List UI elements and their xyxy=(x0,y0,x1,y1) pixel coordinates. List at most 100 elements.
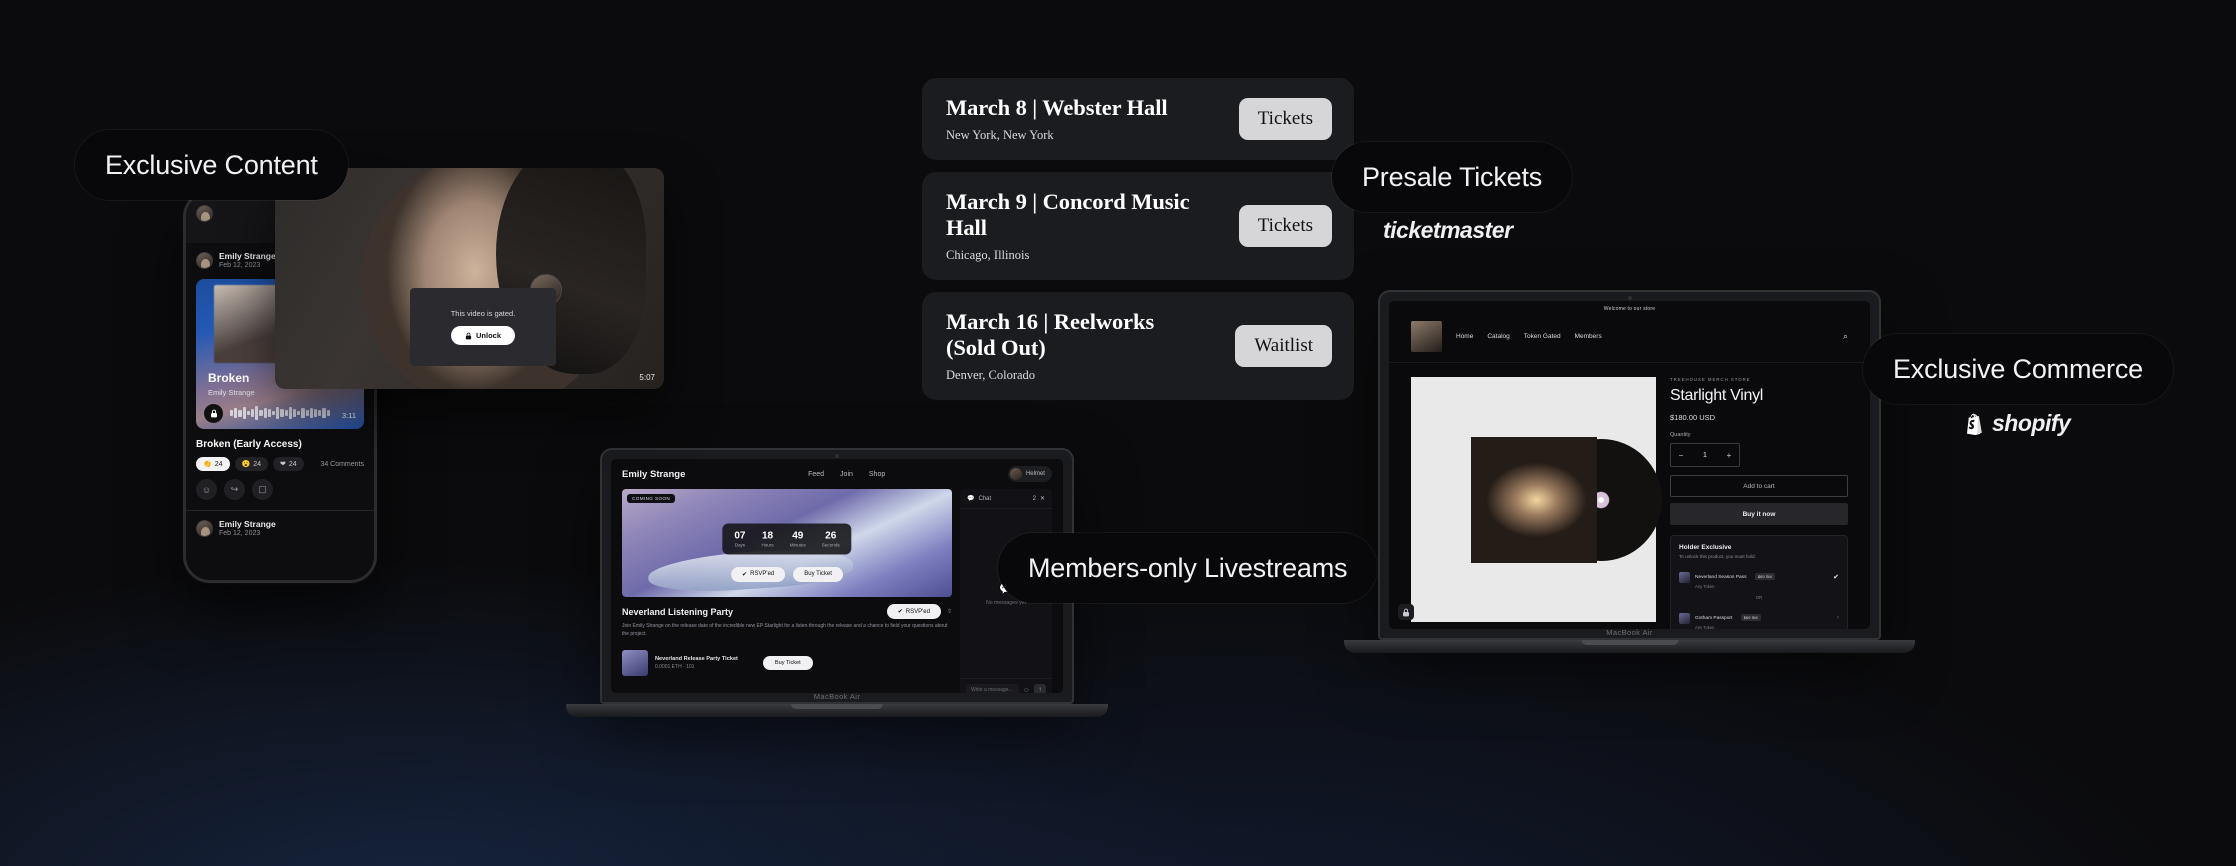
quantity-stepper: − 1 + xyxy=(1670,443,1740,467)
lock-icon xyxy=(465,332,472,339)
laptop-model-label: MacBook Air xyxy=(1606,628,1653,637)
chat-input[interactable]: Write a message... xyxy=(966,684,1019,693)
composite-scene: Emily Strange Feb 12, 2023 Broken Emily … xyxy=(0,0,2236,866)
avatar xyxy=(196,519,213,537)
countdown-label: Minutes xyxy=(789,542,806,548)
event-description: Join Emily Strange on the release date o… xyxy=(622,623,948,637)
tour-info: March 8 | Webster Hall New York, New Yor… xyxy=(946,95,1182,143)
lock-icon xyxy=(204,404,223,423)
countdown-value: 18 xyxy=(762,530,774,542)
track-artist: Emily Strange xyxy=(208,388,255,397)
post-title: Broken (Early Access) xyxy=(196,439,302,450)
tour-date-row: March 9 | Concord Music Hall Chicago, Il… xyxy=(922,172,1354,281)
user-chip[interactable]: Helmet xyxy=(1007,466,1052,482)
tour-city: Chicago, Illinois xyxy=(946,248,1030,263)
countdown-label: Hours xyxy=(761,542,774,548)
reaction-chip[interactable]: 👏 24 xyxy=(196,457,230,471)
site-brand: Emily Strange xyxy=(622,468,686,480)
holder-item-name-row: Gotham Passport $69 SM xyxy=(1695,606,1761,624)
countdown-value: 07 xyxy=(734,530,746,542)
rsvp-label: RSVP'ed xyxy=(905,608,930,615)
increment-button[interactable]: + xyxy=(1719,444,1739,466)
close-icon[interactable]: ✕ xyxy=(1040,495,1045,502)
nav-item-join[interactable]: Join xyxy=(840,471,853,478)
laptop-screen: Welcome to our store Home Catalog Token … xyxy=(1389,301,1870,629)
avatar xyxy=(196,205,213,222)
label-exclusive-commerce: Exclusive Commerce xyxy=(1863,334,2173,404)
send-button[interactable]: ↑ xyxy=(1034,684,1046,693)
laptop-commerce: Welcome to our store Home Catalog Token … xyxy=(1344,290,1915,653)
nav-item-feed[interactable]: Feed xyxy=(808,471,824,478)
nav-item-members[interactable]: Members xyxy=(1575,333,1602,340)
emoji-icon[interactable]: ☺ xyxy=(196,479,217,500)
countdown-unit: 26 Seconds xyxy=(822,530,840,547)
tickets-button[interactable]: Tickets xyxy=(1238,98,1332,141)
holder-item-info: Gotham Passport $69 SM Any Token xyxy=(1695,606,1761,629)
rsvp-button[interactable]: ✔ RSVP'ed xyxy=(731,566,786,582)
unlock-button[interactable]: Unlock xyxy=(450,326,515,345)
buy-ticket-button[interactable]: Buy Ticket xyxy=(793,566,843,582)
reaction-count: 24 xyxy=(288,460,297,468)
share-icon[interactable]: ⇧ xyxy=(947,608,952,615)
label-members-only-livestreams: Members-only Livestreams xyxy=(998,533,1378,603)
holder-item[interactable]: Gotham Passport $69 SM Any Token › xyxy=(1679,600,1839,629)
add-to-cart-button[interactable]: Add to cart xyxy=(1670,475,1848,497)
tour-date-row: March 8 | Webster Hall New York, New Yor… xyxy=(922,78,1354,161)
comment-count[interactable]: 34 Comments xyxy=(320,461,364,468)
holder-item-badge: $69 SM xyxy=(1740,614,1761,621)
emoji-icon[interactable]: ☺ xyxy=(1023,687,1030,694)
nav-item-token-gated[interactable]: Token Gated xyxy=(1524,333,1561,340)
gated-video-panel[interactable]: This video is gated. Unlock 5:07 xyxy=(275,168,664,389)
post-date: Feb 12, 2023 xyxy=(219,262,261,269)
ticketmaster-logo: ticketmaster xyxy=(1383,217,1513,244)
tickets-button[interactable]: Tickets xyxy=(1238,205,1332,248)
product-title: Starlight Vinyl xyxy=(1670,387,1764,404)
nav-item-home[interactable]: Home xyxy=(1456,333,1473,340)
viewer-count: 2 xyxy=(1032,495,1036,502)
reaction-chip[interactable]: ❤ 24 xyxy=(273,457,304,471)
unlock-label: Unlock xyxy=(475,331,501,340)
track-duration: 3:11 xyxy=(341,411,356,420)
post-action-row: ☺ ↪ ▢ xyxy=(186,471,374,500)
product-gallery[interactable] xyxy=(1411,377,1662,622)
chat-header: 💬 Chat 2 ✕ xyxy=(960,489,1052,509)
laptop-screen: Emily Strange Feed Join Shop Helmet COMI… xyxy=(611,459,1063,693)
tour-title: March 9 | Concord Music Hall xyxy=(946,189,1190,241)
search-icon[interactable]: ⌕ xyxy=(1843,331,1848,342)
holder-item-info: Neverland Season Pass $69 SM Any Token xyxy=(1695,565,1775,589)
holder-item-name: Neverland Season Pass xyxy=(1695,575,1747,580)
quantity-value: 1 xyxy=(1703,451,1707,459)
quantity-label: Quantity xyxy=(1670,432,1691,438)
waveform[interactable] xyxy=(230,406,330,420)
tour-title: March 8 | Webster Hall xyxy=(946,95,1168,120)
livestream-body: COMING SOON 07 Days 18 Hours 49 Minutes … xyxy=(611,489,1063,693)
share-icon[interactable]: ↪ xyxy=(224,479,245,500)
livestream-hero: COMING SOON 07 Days 18 Hours 49 Minutes … xyxy=(622,489,952,597)
buy-ticket-button[interactable]: Buy Ticket xyxy=(762,656,813,670)
lock-badge-icon[interactable] xyxy=(1398,604,1414,620)
phone-next-post-header: Emily Strange Feb 12, 2023 xyxy=(186,511,374,545)
token-icon xyxy=(1679,612,1690,624)
countdown-value: 26 xyxy=(825,530,837,542)
decrement-button[interactable]: − xyxy=(1671,444,1691,466)
nav-item-shop[interactable]: Shop xyxy=(869,471,885,478)
store-nav: Home Catalog Token Gated Members ⌕ xyxy=(1389,317,1870,363)
label-presale-tickets: Presale Tickets xyxy=(1332,142,1573,212)
buy-it-now-button[interactable]: Buy it now xyxy=(1670,503,1848,525)
reaction-chip[interactable]: 😮 24 xyxy=(234,457,269,471)
rsvp-button-small[interactable]: ✔ RSVP'ed xyxy=(886,604,941,619)
comment-icon[interactable]: ▢ xyxy=(252,479,273,500)
event-product-row: Neverland Release Party Ticket 0.0001 ET… xyxy=(622,645,952,681)
nav-item-catalog[interactable]: Catalog xyxy=(1487,333,1509,340)
product-info: Neverland Release Party Ticket 0.0001 ET… xyxy=(655,656,738,670)
chevron-right-icon[interactable]: › xyxy=(1837,615,1839,621)
product-price: $180.00 USD xyxy=(1670,413,1716,422)
waitlist-button[interactable]: Waitlist xyxy=(1235,325,1332,368)
label-exclusive-content: Exclusive Content xyxy=(75,130,348,200)
product-price: 0.0001 ETH · 101 xyxy=(655,664,695,670)
avatar xyxy=(1009,468,1022,480)
store-kicker: TREEHOUSE MERCH STORE xyxy=(1670,377,1751,382)
user-name: Helmet xyxy=(1025,471,1045,477)
holder-item[interactable]: Neverland Season Pass $69 SM Any Token ✔ xyxy=(1679,559,1839,595)
store-logo[interactable] xyxy=(1411,321,1442,352)
